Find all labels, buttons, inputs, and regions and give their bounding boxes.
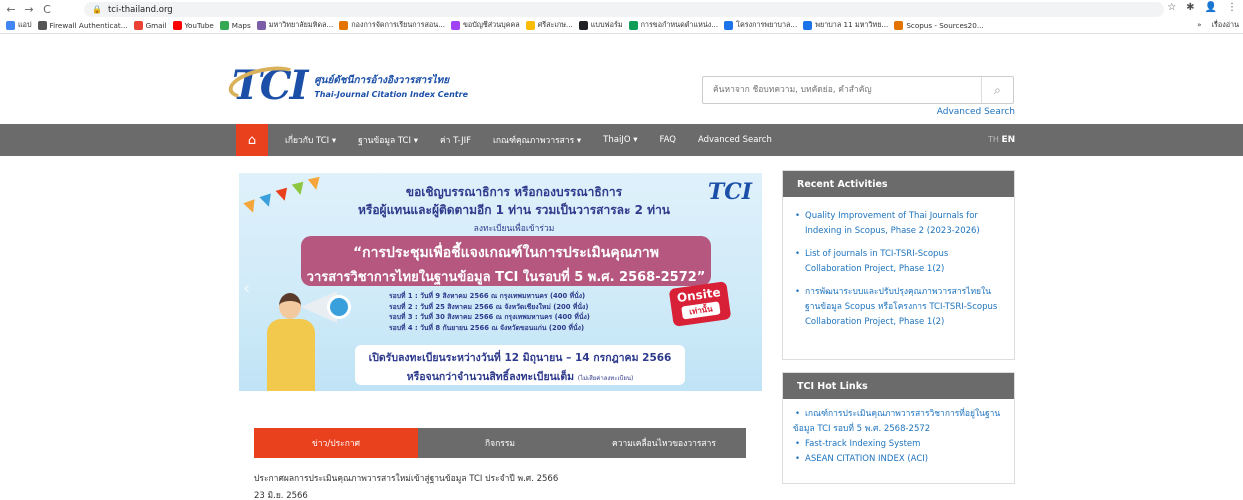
nav-item-tjif[interactable]: ค่า T-JIF (440, 133, 471, 147)
bookmark-item[interactable]: แอป (6, 20, 32, 31)
bookmark-favicon-icon (724, 21, 734, 30)
banner-invite-line1: ขอเชิญบรรณาธิการ หรือกองบรรณาธิการ (405, 185, 623, 199)
bookmark-favicon-icon (219, 21, 229, 30)
event-banner[interactable]: ขอเชิญบรรณาธิการ หรือกองบรรณาธิการ หรือผ… (239, 173, 762, 391)
news-tabs: ข่าว/ประกาศ กิจกรรม ความเคลื่อนไหวของวาร… (254, 428, 746, 458)
main-nav: ⌂ เกี่ยวกับ TCI ▾ ฐานข้อมูล TCI ▾ ค่า T-… (0, 124, 1243, 156)
bookmark-item[interactable]: Gmail (133, 21, 167, 30)
bookmark-favicon-icon (172, 21, 182, 30)
recent-activity-item[interactable]: List of journals in TCI-TSRI-Scopus Coll… (793, 247, 1002, 277)
advanced-search-link[interactable]: Advanced Search (937, 107, 1015, 117)
banner-registration-period: เปิดรับลงทะเบียนระหว่างวันที่ 12 มิถุนาย… (355, 345, 685, 385)
lock-icon: 🔒 (92, 5, 102, 14)
tab-news[interactable]: ข่าว/ประกาศ (254, 428, 418, 458)
reload-button[interactable]: C (40, 3, 54, 16)
bookmark-favicon-icon (451, 21, 460, 30)
bookmark-item[interactable]: โครงการพยาบาล... (724, 20, 797, 31)
forward-button[interactable]: → (22, 3, 36, 16)
bookmark-item[interactable]: ศรีสะเกษ... (525, 20, 573, 31)
nav-item-about[interactable]: เกี่ยวกับ TCI ▾ (285, 133, 336, 147)
bookmark-item[interactable]: YouTube (172, 21, 214, 30)
bookmark-favicon-icon (628, 21, 638, 30)
nav-item-database[interactable]: ฐานข้อมูล TCI ▾ (358, 133, 418, 147)
tab-journal-updates[interactable]: ความเคลื่อนไหวของวารสาร (582, 428, 746, 458)
bookmark-item[interactable]: กองการจัดการเรียนการสอน... (339, 20, 445, 31)
address-bar[interactable]: 🔒 tci-thailand.org (84, 2, 1164, 17)
bookmark-favicon-icon (578, 21, 588, 30)
hot-link-aci[interactable]: ASEAN CITATION INDEX (ACI) (793, 452, 1002, 467)
profile-icon[interactable]: 👤 (1205, 2, 1217, 13)
star-icon[interactable]: ☆ (1167, 2, 1176, 13)
recent-activities-panel: Recent Activities Quality Improvement of… (782, 170, 1015, 360)
bookmark-item[interactable]: Firewall Authenticat... (37, 21, 128, 30)
lang-en[interactable]: EN (1001, 135, 1015, 145)
search-icon[interactable]: ⌕ (981, 77, 1013, 103)
banner-invite-line2: หรือผู้แทนและผู้ติดตามอีก 1 ท่าน รวมเป็น… (357, 203, 671, 217)
banner-register-line: ลงทะเบียนเพื่อเข้าร่วม (473, 224, 555, 234)
nav-item-thaijo[interactable]: ThaiJO ▾ (603, 135, 637, 145)
nav-item-faq[interactable]: FAQ (659, 135, 675, 145)
back-button[interactable]: ← (4, 3, 18, 16)
bookmark-favicon-icon (256, 21, 266, 30)
bookmarks-other-folder[interactable]: เรื่องอ่าน (1212, 20, 1239, 31)
onsite-badge: Onsite เท่านั้น (668, 281, 732, 327)
hot-link-criteria-cont[interactable]: ข้อมูล TCI รอบที่ 5 พ.ศ. 2568-2572 (793, 422, 1002, 437)
bookmark-item[interactable]: Scopus - Sources20... (894, 21, 984, 30)
logo-thai-name: ศูนย์ดัชนีการอ้างอิงวารสารไทย (314, 74, 450, 86)
nav-item-advanced-search[interactable]: Advanced Search (698, 135, 772, 145)
bookmark-item[interactable]: Maps (219, 21, 251, 30)
lang-th[interactable]: TH (988, 135, 999, 144)
extensions-icon[interactable]: ✱ (1186, 2, 1194, 13)
tab-activities[interactable]: กิจกรรม (418, 428, 582, 458)
bookmarks-bar: แอป Firewall Authenticat... Gmail YouTube Ma… (0, 18, 1243, 34)
bookmark-item[interactable]: ขอบัญชีส่วนบุคคล (451, 20, 520, 31)
site-logo[interactable]: TCI ศูนย์ดัชนีการอ้างอิงวารสารไทย Thai-J… (225, 60, 468, 109)
tci-logo-mark: TCI (225, 60, 308, 109)
hot-link-fast-track[interactable]: Fast-track Indexing System (793, 437, 1002, 452)
banner-tci-logo: TCI (707, 179, 752, 205)
bookmark-favicon-icon (525, 21, 535, 30)
banner-rounds: รอบที่ 1 : วันที่ 9 สิงหาคม 2566 ณ กรุงเ… (389, 292, 590, 332)
bookmark-favicon-icon (6, 21, 15, 30)
bookmark-item[interactable]: มหาวิทยาลัยมหิดล... (256, 20, 333, 31)
bookmarks-more-icon[interactable]: » (1197, 20, 1201, 31)
bookmark-item[interactable]: พยาบาล 11 มหาวิทย... (803, 20, 888, 31)
language-switch: TH EN (988, 135, 1015, 145)
hot-link-criteria[interactable]: เกณฑ์การประเมินคุณภาพวารสารวิชาการที่อยู… (793, 407, 1002, 422)
home-icon[interactable]: ⌂ (236, 124, 268, 156)
menu-icon[interactable]: ⋮ (1227, 2, 1237, 13)
bookmark-favicon-icon (894, 21, 904, 30)
bookmark-favicon-icon (803, 21, 813, 30)
url-text: tci-thailand.org (107, 4, 173, 15)
nav-item-criteria[interactable]: เกณฑ์คุณภาพวารสาร ▾ (493, 133, 581, 147)
recent-activity-item[interactable]: Quality Improvement of Thai Journals for… (793, 209, 1002, 239)
bookmark-item[interactable]: การขอกำหนดตำแหน่ง... (628, 20, 718, 31)
search-input[interactable] (703, 85, 981, 95)
site-header: TCI ศูนย์ดัชนีการอ้างอิงวารสารไทย Thai-J… (0, 34, 1243, 124)
logo-english-name: Thai-Journal Citation Index Centre (314, 89, 468, 99)
bookmark-favicon-icon (339, 21, 349, 30)
news-item-date: 23 มิ.ย. 2566 (254, 491, 308, 500)
browser-toolbar: ← → C 🔒 tci-thailand.org ☆ ✱ 👤 ⋮ (0, 0, 1243, 18)
banner-prev-arrow[interactable]: ‹ (243, 278, 250, 299)
hot-links-panel: TCI Hot Links เกณฑ์การประเมินคุณภาพวารสา… (782, 372, 1015, 484)
banner-event-title: “การประชุมเพื่อชี้แจงเกณฑ์ในการประเมินคุ… (301, 236, 711, 286)
recent-activity-item[interactable]: การพัฒนาระบบและปรับปรุงคุณภาพวารสารไทยใน… (793, 285, 1002, 330)
megaphone-icon (301, 291, 351, 325)
bookmark-favicon-icon (133, 21, 143, 30)
news-item-title[interactable]: ประกาศผลการประเมินคุณภาพวารสารใหม่เข้าสู… (254, 471, 558, 485)
bookmark-item[interactable]: แบบฟอร์ม (578, 20, 623, 31)
search-box: ⌕ (702, 76, 1014, 104)
hot-links-heading: TCI Hot Links (783, 373, 1014, 399)
bookmarks-overflow: » เรื่องอ่าน (1193, 20, 1239, 31)
bookmark-favicon-icon (37, 21, 47, 30)
recent-activities-heading: Recent Activities (783, 171, 1014, 197)
browser-actions: ☆ ✱ 👤 ⋮ (1167, 2, 1237, 13)
